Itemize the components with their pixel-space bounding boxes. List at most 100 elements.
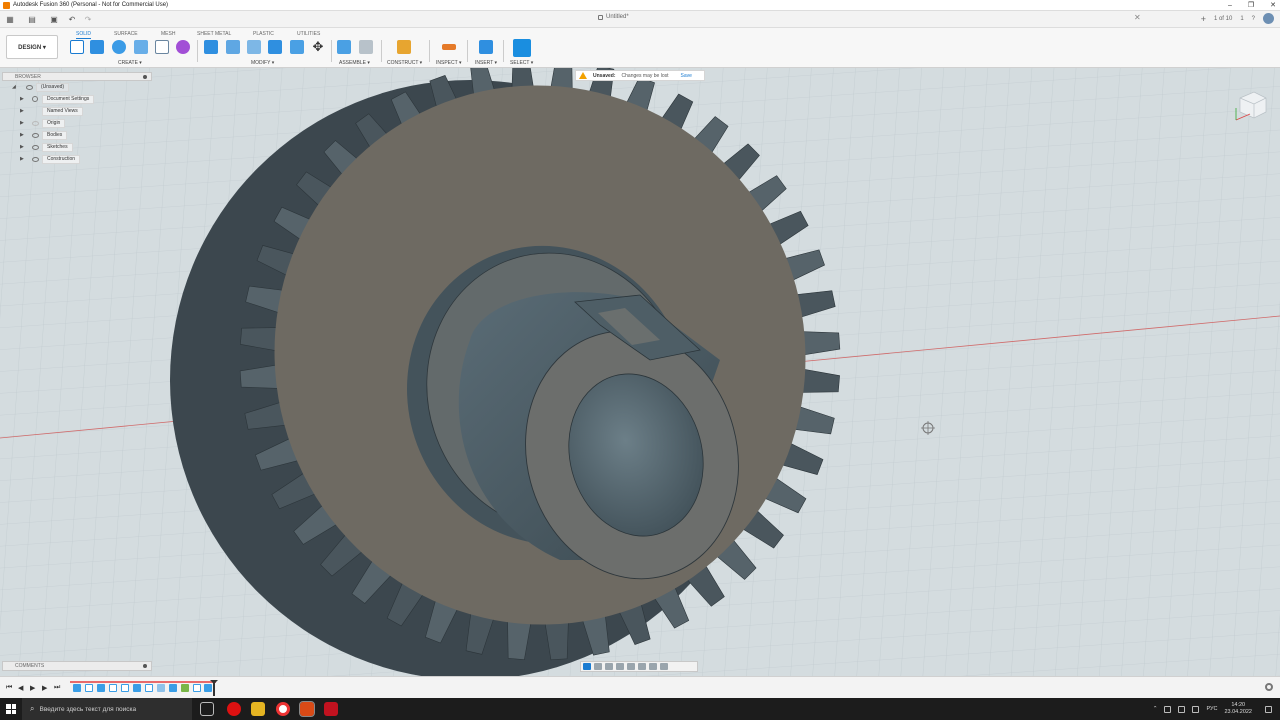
browser-item-document-settings[interactable]: ▶ Document Settings	[2, 93, 152, 105]
canvas-viewport[interactable]	[0, 68, 1280, 676]
notifications-badge[interactable]: 1	[1240, 16, 1243, 22]
acrobat-reader-icon[interactable]	[324, 702, 338, 716]
chrome-browser-icon[interactable]	[276, 702, 290, 716]
display-settings-icon[interactable]	[638, 663, 646, 670]
language-indicator[interactable]: РУС	[1206, 706, 1217, 712]
browser-item-root[interactable]: ◢ (Unsaved)	[2, 81, 152, 93]
new-component-icon[interactable]	[337, 40, 351, 54]
save-icon[interactable]: ▣	[48, 13, 60, 25]
timeline-feature-sketch[interactable]	[145, 684, 153, 692]
tab-surface[interactable]: SURFACE	[114, 31, 138, 37]
view-cube[interactable]	[1232, 86, 1270, 124]
timeline-feature-sketch[interactable]	[73, 684, 81, 692]
expand-arrow-icon[interactable]: ▶	[20, 120, 24, 126]
avatar[interactable]	[1263, 13, 1274, 24]
tab-utilities[interactable]: UTILITIES	[297, 31, 320, 37]
timeline-feature-hole[interactable]	[157, 684, 165, 692]
fit-icon[interactable]	[627, 663, 635, 670]
clock[interactable]: 14:20 23.04.2022	[1224, 702, 1252, 716]
browser-header[interactable]: BROWSER	[2, 72, 152, 81]
volume-icon[interactable]	[1178, 705, 1186, 713]
timeline-feature-sketch[interactable]	[193, 684, 201, 692]
shell-icon[interactable]	[247, 40, 261, 54]
new-tab-button[interactable]: +	[1201, 14, 1206, 24]
timeline-next-button[interactable]: ▶	[42, 684, 47, 692]
modify-group-label[interactable]: MODIFY ▾	[251, 60, 274, 66]
job-status-counter[interactable]: 1 of 10	[1214, 16, 1232, 22]
timeline-feature-extrude[interactable]	[204, 684, 212, 692]
document-tab[interactable]: Untitled*	[598, 14, 629, 20]
save-link[interactable]: Save	[681, 73, 692, 79]
expand-arrow-icon[interactable]: ▶	[20, 144, 24, 150]
undo-icon[interactable]: ↶	[66, 13, 78, 25]
pattern-icon[interactable]	[155, 40, 169, 54]
tray-chevron-icon[interactable]: ⌃	[1153, 706, 1158, 712]
hole-icon[interactable]	[134, 40, 148, 54]
expand-arrow-icon[interactable]: ▶	[20, 108, 24, 114]
workspace-switcher[interactable]: DESIGN ▾	[6, 35, 58, 59]
form-icon[interactable]	[176, 40, 190, 54]
opera-browser-icon[interactable]	[227, 702, 241, 716]
browser-item-construction[interactable]: ▶ Construction	[2, 153, 152, 165]
tab-sheet-metal[interactable]: SHEET METAL	[197, 31, 231, 37]
timeline-prev-button[interactable]: ◀	[18, 684, 23, 692]
expand-arrow-icon[interactable]: ◢	[12, 84, 16, 90]
help-icon[interactable]: ?	[1252, 16, 1255, 22]
fusion-taskbar-icon[interactable]	[299, 701, 315, 717]
measure-icon[interactable]	[442, 44, 456, 50]
minimize-button[interactable]: –	[1228, 0, 1232, 11]
browser-item-named-views[interactable]: ▶ Named Views	[2, 105, 152, 117]
close-button[interactable]: ✕	[1270, 0, 1276, 11]
tab-plastic[interactable]: PLASTIC	[253, 31, 274, 37]
timeline-feature-extrude[interactable]	[97, 684, 105, 692]
zoom-icon[interactable]	[616, 663, 624, 670]
comments-pin-icon[interactable]	[143, 664, 147, 668]
select-cursor-icon[interactable]	[513, 39, 531, 57]
timeline-feature-sketch[interactable]	[109, 684, 117, 692]
timeline-last-button[interactable]: ⏭	[54, 684, 60, 692]
browser-item-sketches[interactable]: ▶ Sketches	[2, 141, 152, 153]
tab-close-icon[interactable]: ✕	[1134, 13, 1141, 22]
timeline-feature-extrude[interactable]	[169, 684, 177, 692]
timeline-feature-extrude[interactable]	[133, 684, 141, 692]
timeline-feature-sketch[interactable]	[121, 684, 129, 692]
look-at-icon[interactable]	[594, 663, 602, 670]
tab-mesh[interactable]: MESH	[161, 31, 175, 37]
file-explorer-icon[interactable]	[251, 702, 265, 716]
notification-center-icon[interactable]	[1265, 705, 1272, 713]
task-view-icon[interactable]	[200, 702, 214, 716]
move-icon[interactable]: ✥	[311, 40, 325, 54]
visibility-eye-icon[interactable]	[32, 120, 39, 126]
expand-arrow-icon[interactable]: ▶	[20, 96, 24, 102]
timeline-first-button[interactable]: ⏮	[6, 684, 12, 692]
offset-plane-icon[interactable]	[397, 40, 411, 54]
battery-icon[interactable]	[1192, 705, 1200, 713]
visibility-eye-icon[interactable]	[32, 156, 39, 162]
timeline-feature-sketch[interactable]	[85, 684, 93, 692]
timeline-feature-pattern[interactable]	[181, 684, 189, 692]
combine-icon[interactable]	[268, 40, 282, 54]
extrude-icon[interactable]	[90, 40, 104, 54]
assemble-group-label[interactable]: ASSEMBLE ▾	[339, 60, 370, 66]
tab-solid[interactable]: SOLID	[76, 31, 92, 39]
joint-icon[interactable]	[359, 40, 373, 54]
visibility-eye-icon[interactable]	[26, 84, 33, 90]
redo-icon[interactable]: ↷	[82, 13, 94, 25]
timeline-play-button[interactable]: ▶	[30, 684, 35, 692]
viewports-icon[interactable]	[660, 663, 668, 670]
browser-pin-icon[interactable]	[143, 75, 147, 79]
create-sketch-icon[interactable]	[70, 40, 84, 54]
start-button[interactable]	[0, 698, 22, 720]
construct-group-label[interactable]: CONSTRUCT ▾	[387, 60, 422, 66]
expand-arrow-icon[interactable]: ▶	[20, 132, 24, 138]
model-canvas[interactable]	[0, 68, 1280, 676]
visibility-eye-icon[interactable]	[32, 144, 39, 150]
press-pull-icon[interactable]	[204, 40, 218, 54]
scale-icon[interactable]	[290, 40, 304, 54]
browser-item-origin[interactable]: ▶ Origin	[2, 117, 152, 129]
visibility-eye-icon[interactable]	[32, 132, 39, 138]
timeline-marker[interactable]	[210, 680, 218, 696]
pan-icon[interactable]	[605, 663, 613, 670]
timeline-settings-icon[interactable]	[1265, 683, 1273, 691]
select-group-label[interactable]: SELECT ▾	[510, 60, 533, 66]
